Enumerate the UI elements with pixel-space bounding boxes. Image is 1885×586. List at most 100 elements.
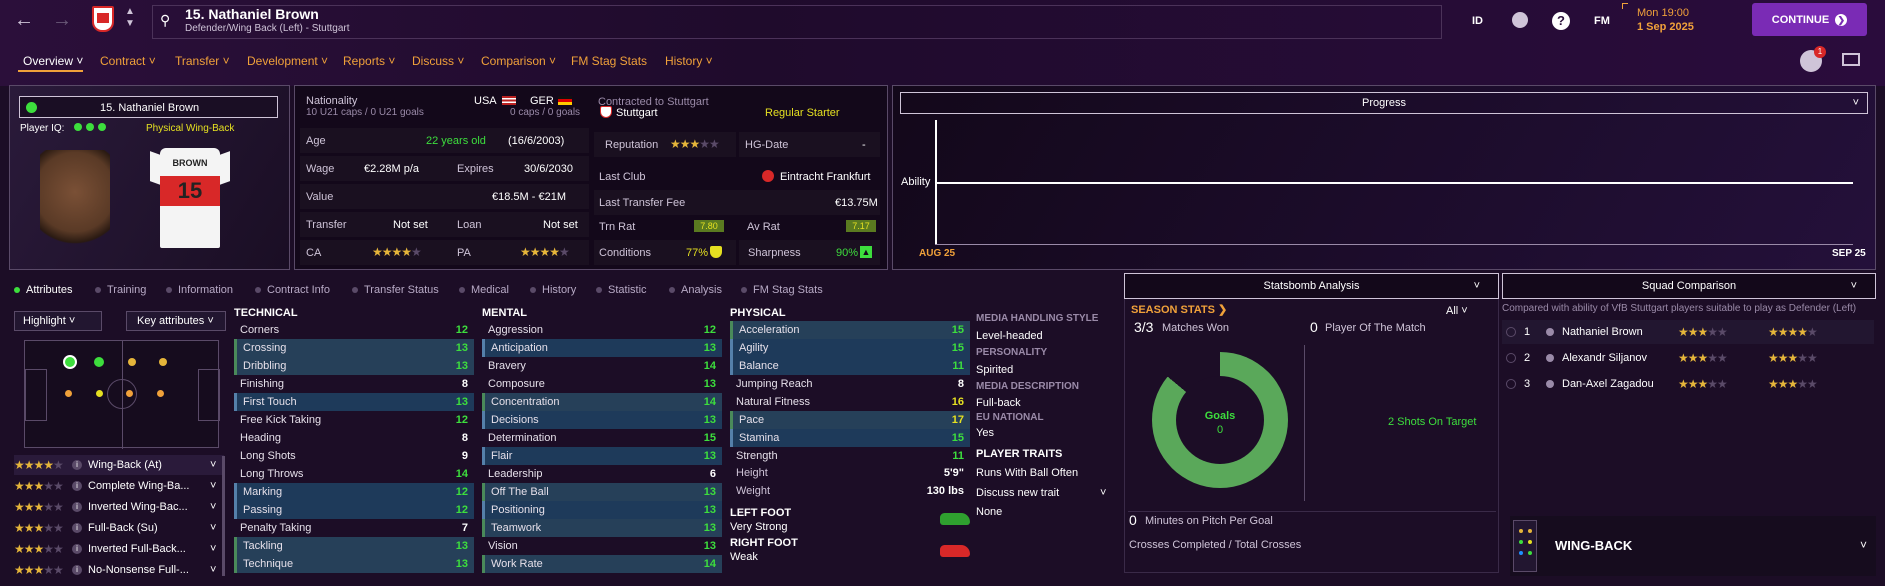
- squad-comparison-row[interactable]: 1 Nathaniel Brown ★★★★★ ★★★★★: [1502, 320, 1874, 344]
- tab-training[interactable]: Training: [95, 284, 146, 296]
- menu-development[interactable]: Development ˅: [247, 54, 328, 68]
- attribute-row[interactable]: Teamwork 13: [482, 519, 722, 537]
- menu-reports[interactable]: Reports ˅: [343, 54, 395, 68]
- attribute-row[interactable]: Corners 12: [234, 321, 474, 339]
- attribute-row[interactable]: Marking 12: [234, 483, 474, 501]
- discuss-trait-button[interactable]: Discuss new trait: [976, 487, 1059, 499]
- attribute-row[interactable]: Strength 11: [730, 447, 970, 465]
- chevron-down-icon[interactable]: ˅: [210, 543, 216, 555]
- squad-comparison-row[interactable]: 2 Alexandr Siljanov ★★★★★ ★★★★★: [1502, 346, 1874, 370]
- menu-overview[interactable]: Overview ˅: [23, 54, 83, 68]
- attribute-row[interactable]: Free Kick Taking 12: [234, 411, 474, 429]
- help-icon[interactable]: ?: [1552, 12, 1570, 30]
- info-icon[interactable]: i: [72, 502, 82, 512]
- menu-comparison[interactable]: Comparison ˅: [481, 54, 556, 68]
- attribute-row[interactable]: Aggression 12: [482, 321, 722, 339]
- role-item[interactable]: ★★★★★ i Complete Wing-Ba... ˅: [14, 476, 224, 496]
- tab-information[interactable]: Information: [166, 284, 233, 296]
- select-circle-icon[interactable]: [1506, 353, 1516, 363]
- attribute-row[interactable]: Determination 15: [482, 429, 722, 447]
- tab-statistic[interactable]: Statistic: [596, 284, 647, 296]
- attribute-row[interactable]: Balance 11: [730, 357, 970, 375]
- key-attributes-dropdown[interactable]: Key attributes ˅: [126, 311, 226, 331]
- season-stats-link[interactable]: SEASON STATS ❯: [1131, 303, 1227, 316]
- roles-scrollbar[interactable]: [222, 456, 225, 576]
- attribute-row[interactable]: Finishing 8: [234, 375, 474, 393]
- chevron-down-icon[interactable]: ˅: [210, 480, 216, 492]
- attribute-row[interactable]: Technique 13: [234, 555, 474, 573]
- chevron-down-icon[interactable]: ˅: [210, 564, 216, 576]
- tab-transfer-status[interactable]: Transfer Status: [352, 284, 439, 296]
- season-filter[interactable]: All ˅: [1446, 305, 1468, 317]
- squad-comparison-row[interactable]: 3 Dan-Axel Zagadou ★★★★★ ★★★★★: [1502, 372, 1874, 396]
- attribute-row[interactable]: Composure 13: [482, 375, 722, 393]
- tab-history[interactable]: History: [530, 284, 576, 296]
- chevron-down-icon[interactable]: ˅: [1860, 538, 1867, 552]
- attribute-row[interactable]: Work Rate 14: [482, 555, 722, 573]
- attribute-row[interactable]: Jumping Reach 8: [730, 375, 970, 393]
- screen-icon[interactable]: [1842, 53, 1860, 66]
- role-item[interactable]: ★★★★★ i Inverted Full-Back... ˅: [14, 539, 224, 559]
- attribute-row[interactable]: Flair 13: [482, 447, 722, 465]
- select-circle-icon[interactable]: [1506, 379, 1516, 389]
- attribute-row[interactable]: First Touch 13: [234, 393, 474, 411]
- chevron-down-icon[interactable]: ˅: [210, 501, 216, 513]
- chevron-down-icon[interactable]: ˅: [1100, 487, 1106, 499]
- menu-fm-stag-stats[interactable]: FM Stag Stats: [571, 54, 647, 68]
- progress-dropdown[interactable]: Progress ˅: [900, 92, 1868, 114]
- last-club-value[interactable]: Eintracht Frankfurt: [780, 171, 870, 183]
- skull-icon[interactable]: [1512, 12, 1528, 28]
- attribute-row[interactable]: Passing 12: [234, 501, 474, 519]
- attribute-row[interactable]: Dribbling 13: [234, 357, 474, 375]
- select-circle-icon[interactable]: [1506, 327, 1516, 337]
- info-icon[interactable]: i: [72, 523, 82, 533]
- tab-fm-stag-stats[interactable]: FM Stag Stats: [741, 284, 823, 296]
- role-item[interactable]: ★★★★★ i Wing-Back (At) ˅: [14, 455, 224, 475]
- attribute-row[interactable]: Tackling 13: [234, 537, 474, 555]
- attribute-row[interactable]: Anticipation 13: [482, 339, 722, 357]
- attribute-row[interactable]: Crossing 13: [234, 339, 474, 357]
- tab-attributes[interactable]: Attributes: [14, 284, 72, 296]
- role-item[interactable]: ★★★★★ i Inverted Wing-Bac... ˅: [14, 497, 224, 517]
- attribute-row[interactable]: Leadership 6: [482, 465, 722, 483]
- menu-transfer[interactable]: Transfer ˅: [175, 54, 230, 68]
- attribute-row[interactable]: Concentration 14: [482, 393, 722, 411]
- tab-medical[interactable]: Medical: [459, 284, 509, 296]
- attribute-row[interactable]: Acceleration 15: [730, 321, 970, 339]
- tab-contract-info[interactable]: Contract Info: [255, 284, 330, 296]
- attribute-row[interactable]: Bravery 14: [482, 357, 722, 375]
- role-item[interactable]: ★★★★★ i No-Nonsense Full-... ˅: [14, 560, 224, 580]
- attribute-row[interactable]: Natural Fitness 16: [730, 393, 970, 411]
- role-item[interactable]: ★★★★★ i Full-Back (Su) ˅: [14, 518, 224, 538]
- club-name[interactable]: Stuttgart: [616, 107, 658, 119]
- continue-button[interactable]: CONTINUE ❯: [1752, 3, 1867, 36]
- club-crest-icon[interactable]: [92, 6, 114, 32]
- menu-history[interactable]: History ˅: [665, 54, 713, 68]
- info-icon[interactable]: i: [72, 544, 82, 554]
- statsbomb-dropdown[interactable]: Statsbomb Analysis ˅: [1124, 273, 1499, 299]
- highlight-dropdown[interactable]: Highlight ˅: [14, 311, 102, 331]
- info-icon[interactable]: i: [72, 460, 82, 470]
- back-arrow-icon[interactable]: ←: [14, 9, 34, 32]
- attribute-row[interactable]: Agility 15: [730, 339, 970, 357]
- forward-arrow-icon[interactable]: →: [52, 9, 72, 32]
- attribute-row[interactable]: Vision 13: [482, 537, 722, 555]
- tab-analysis[interactable]: Analysis: [669, 284, 722, 296]
- info-icon[interactable]: i: [72, 481, 82, 491]
- chevron-down-icon[interactable]: ˅: [210, 522, 216, 534]
- attribute-row[interactable]: Stamina 15: [730, 429, 970, 447]
- search-icon[interactable]: ⚲: [160, 12, 170, 29]
- fm-menu-button[interactable]: FM: [1594, 15, 1610, 27]
- attribute-row[interactable]: Heading 8: [234, 429, 474, 447]
- squad-comparison-dropdown[interactable]: Squad Comparison ˅: [1502, 273, 1876, 299]
- attribute-row[interactable]: Pace 17: [730, 411, 970, 429]
- info-icon[interactable]: i: [72, 565, 82, 575]
- id-button[interactable]: ID: [1472, 15, 1483, 27]
- menu-discuss[interactable]: Discuss ˅: [412, 54, 464, 68]
- attribute-row[interactable]: Decisions 13: [482, 411, 722, 429]
- attribute-row[interactable]: Long Throws 14: [234, 465, 474, 483]
- attribute-row[interactable]: Long Shots 9: [234, 447, 474, 465]
- attribute-row[interactable]: Positioning 13: [482, 501, 722, 519]
- attribute-row[interactable]: Penalty Taking 7: [234, 519, 474, 537]
- player-switch-arrows-icon[interactable]: ▲ ▼: [125, 6, 135, 30]
